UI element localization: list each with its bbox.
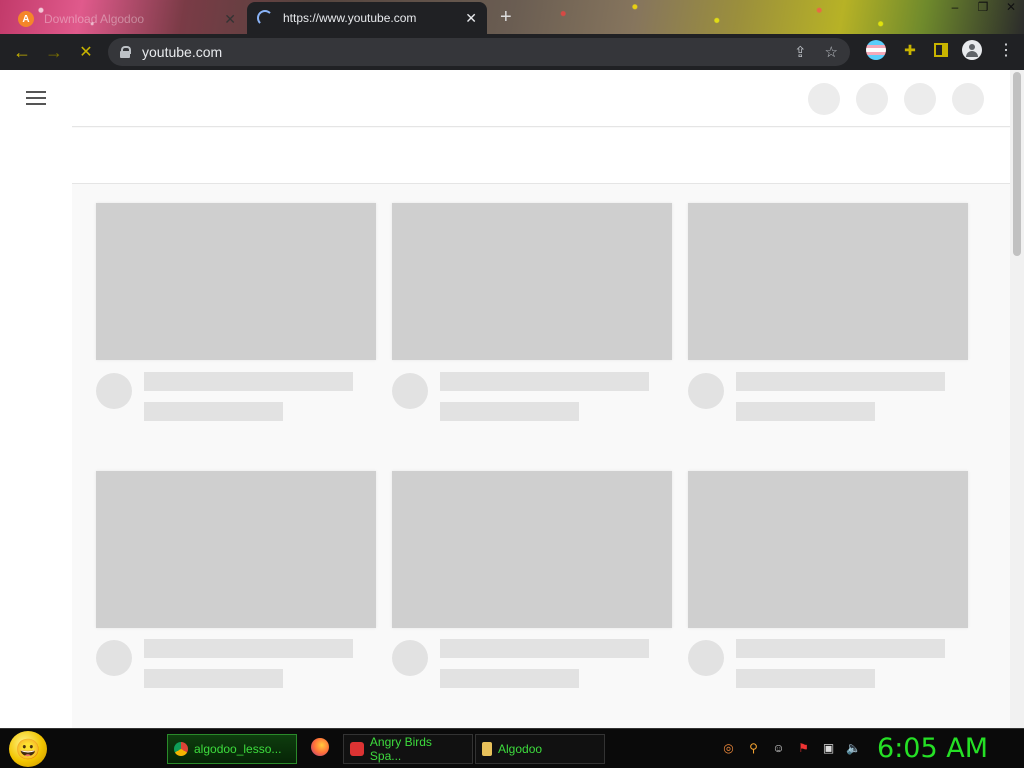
video-thumbnail-placeholder	[392, 203, 672, 360]
meta-placeholder	[736, 402, 875, 421]
taskbar: 😀 algodoo_lesso... Angry Birds Spa... Al…	[0, 728, 1024, 768]
restore-button[interactable]: ❐	[974, 0, 992, 14]
firefox-icon[interactable]	[311, 738, 329, 756]
share-icon[interactable]: ⇪	[794, 43, 807, 61]
window-controls: – ❐ ✕	[946, 0, 1020, 14]
chip-bar-placeholder	[72, 128, 1010, 184]
new-tab-button[interactable]: +	[500, 6, 512, 29]
channel-avatar-placeholder	[392, 640, 428, 676]
meta-placeholder	[144, 669, 283, 688]
forward-button[interactable]: →	[38, 36, 70, 68]
masthead-placeholder	[904, 83, 936, 115]
tab-close-icon[interactable]: ✕	[465, 10, 477, 27]
channel-avatar-placeholder	[96, 640, 132, 676]
target-icon[interactable]: ◎	[720, 739, 737, 756]
meta-placeholder	[736, 669, 875, 688]
start-button-smiley-icon[interactable]: 😀	[9, 731, 47, 767]
meta-placeholder	[440, 402, 579, 421]
system-tray: ◎ ⚲ ☺ ⚑ ▣ 🔈	[720, 739, 862, 756]
video-thumbnail-placeholder	[96, 471, 376, 628]
address-bar[interactable]: youtube.com ⇪ ☆	[108, 38, 850, 66]
title-placeholder	[440, 639, 649, 658]
video-thumbnail-placeholder	[688, 203, 968, 360]
channel-avatar-placeholder	[96, 373, 132, 409]
title-placeholder	[736, 639, 945, 658]
masthead-placeholder	[856, 83, 888, 115]
clock[interactable]: 6:05 AM	[877, 733, 988, 764]
browser-toolbar: ← → ✕ youtube.com ⇪ ☆ ✚ ⋮	[0, 34, 1024, 70]
channel-avatar-placeholder	[688, 373, 724, 409]
title-placeholder	[736, 372, 945, 391]
video-thumbnail-placeholder	[688, 471, 968, 628]
task-label: algodoo_lesso...	[194, 742, 282, 756]
chat-icon[interactable]: ☺	[770, 739, 787, 756]
address-text[interactable]: youtube.com	[142, 44, 222, 60]
extensions-area: ✚ ⋮	[866, 40, 1016, 60]
tab-title: https://www.youtube.com	[283, 11, 417, 25]
tab-close-icon[interactable]: ✕	[224, 11, 236, 28]
youtube-page	[0, 70, 1024, 728]
taskbar-item-algodoo[interactable]: Algodoo	[475, 734, 605, 764]
title-placeholder	[440, 372, 649, 391]
search-icon[interactable]: ⚲	[745, 739, 762, 756]
kebab-menu-icon[interactable]: ⋮	[996, 40, 1016, 60]
close-window-button[interactable]: ✕	[1002, 0, 1020, 14]
minimize-button[interactable]: –	[946, 0, 964, 14]
title-placeholder	[144, 372, 353, 391]
masthead	[72, 70, 1010, 127]
task-label: Algodoo	[498, 742, 543, 756]
channel-avatar-placeholder	[392, 373, 428, 409]
tab-title: Download Algodoo	[44, 12, 145, 26]
meta-placeholder	[144, 402, 283, 421]
tab-download-algodoo[interactable]: A Download Algodoo ✕	[8, 4, 246, 34]
channel-avatar-placeholder	[688, 640, 724, 676]
profile-avatar-icon[interactable]	[962, 40, 982, 60]
masthead-placeholder	[952, 83, 984, 115]
loading-spinner-icon	[257, 10, 273, 26]
back-button[interactable]: ←	[6, 36, 38, 68]
flag-icon[interactable]: ⚑	[795, 739, 812, 756]
angry-birds-icon	[350, 742, 364, 756]
tab-youtube[interactable]: https://www.youtube.com ✕	[247, 2, 487, 34]
lock-icon[interactable]	[120, 46, 131, 58]
task-label: Angry Birds Spa...	[369, 735, 432, 763]
network-icon[interactable]: ▣	[820, 739, 837, 756]
side-panel-icon[interactable]	[934, 43, 948, 57]
scrollbar-thumb[interactable]	[1013, 72, 1021, 256]
page-scrollbar[interactable]	[1010, 70, 1024, 728]
puzzle-icon[interactable]: ✚	[900, 40, 920, 60]
video-thumbnail-placeholder	[96, 203, 376, 360]
taskbar-item-angry-birds[interactable]: Angry Birds Spa...	[343, 734, 473, 764]
chrome-icon	[174, 742, 188, 756]
tab-strip: A Download Algodoo ✕ https://www.youtube…	[0, 0, 1024, 34]
taskbar-item-chrome[interactable]: algodoo_lesso...	[167, 734, 297, 764]
algodoo-icon	[482, 742, 492, 756]
algodoo-favicon-icon: A	[18, 11, 34, 27]
volume-icon[interactable]: 🔈	[845, 739, 862, 756]
stop-loading-button[interactable]: ✕	[70, 36, 102, 68]
star-icon[interactable]: ☆	[825, 43, 838, 61]
left-nav	[0, 70, 72, 728]
masthead-placeholder	[808, 83, 840, 115]
flag-extension-icon[interactable]	[866, 40, 886, 60]
meta-placeholder	[440, 669, 579, 688]
hamburger-menu-icon[interactable]	[26, 91, 46, 105]
video-thumbnail-placeholder	[392, 471, 672, 628]
title-placeholder	[144, 639, 353, 658]
